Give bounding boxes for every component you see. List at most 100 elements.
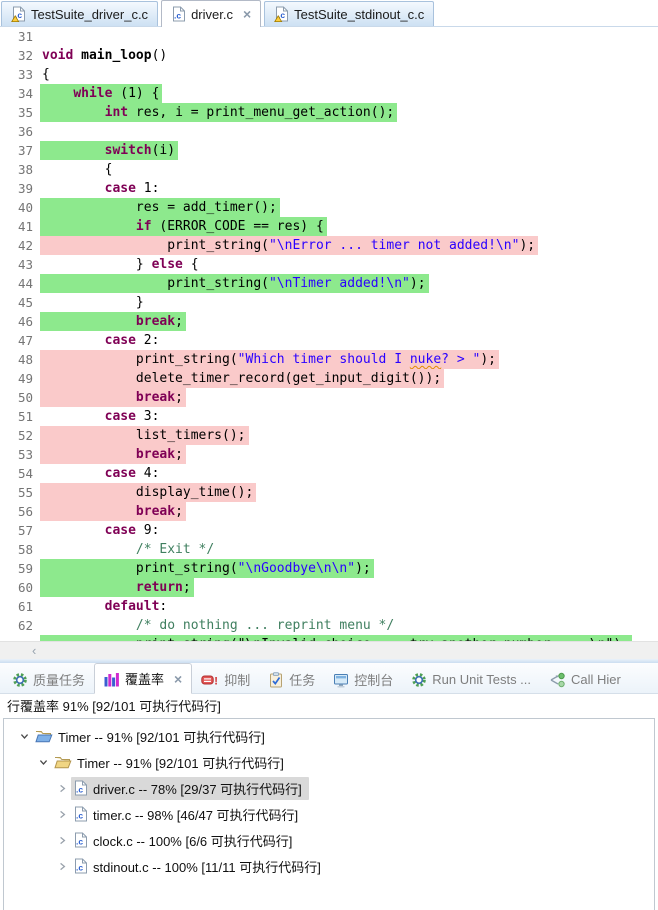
- code-line[interactable]: 59 print_string("\nGoodbye\n\n");: [0, 559, 658, 578]
- line-number[interactable]: 54: [0, 464, 40, 483]
- code-line[interactable]: 54 case 4:: [0, 464, 658, 483]
- scroll-left-icon[interactable]: ‹: [32, 643, 36, 658]
- code-line[interactable]: 58 /* Exit */: [0, 540, 658, 559]
- line-number[interactable]: 46: [0, 312, 40, 331]
- code-editor[interactable]: 3132void main_loop()33{34 while (1) {35 …: [0, 27, 658, 641]
- svg-text:.c: .c: [76, 863, 83, 873]
- code-line[interactable]: 55 display_time();: [0, 483, 658, 502]
- panel-tab[interactable]: 控制台: [324, 666, 402, 693]
- line-number[interactable]: 39: [0, 179, 40, 198]
- line-number[interactable]: 57: [0, 521, 40, 540]
- editor-tab[interactable]: .cTestSuite_stdinout_c.c: [264, 1, 434, 26]
- code-line[interactable]: 52 list_timers();: [0, 426, 658, 445]
- line-number[interactable]: 40: [0, 198, 40, 217]
- chevron-down-icon[interactable]: [35, 758, 52, 767]
- code-line[interactable]: 41 if (ERROR_CODE == res) {: [0, 217, 658, 236]
- line-number[interactable]: 32: [0, 46, 40, 65]
- line-number[interactable]: 53: [0, 445, 40, 464]
- line-number[interactable]: 37: [0, 141, 40, 160]
- code-line[interactable]: 32void main_loop(): [0, 46, 658, 65]
- tab-close-icon[interactable]: ×: [174, 672, 182, 686]
- code-line[interactable]: 56 break;: [0, 502, 658, 521]
- panel-tab[interactable]: 覆盖率×: [94, 663, 192, 694]
- line-number[interactable]: 58: [0, 540, 40, 559]
- line-number[interactable]: 43: [0, 255, 40, 274]
- line-number[interactable]: 42: [0, 236, 40, 255]
- line-number[interactable]: 44: [0, 274, 40, 293]
- line-number[interactable]: 60: [0, 578, 40, 597]
- line-number[interactable]: 41: [0, 217, 40, 236]
- panel-tab[interactable]: 任务: [259, 666, 324, 693]
- line-number[interactable]: 62: [0, 616, 40, 635]
- horizontal-scrollbar[interactable]: ‹: [0, 641, 658, 659]
- code-line[interactable]: 51 case 3:: [0, 407, 658, 426]
- line-number[interactable]: 50: [0, 388, 40, 407]
- editor-tab[interactable]: .cTestSuite_driver_c.c: [1, 1, 158, 26]
- code-text-covered: while (1) {: [40, 84, 162, 103]
- code-line[interactable]: 44 print_string("\nTimer added!\n");: [0, 274, 658, 293]
- line-number[interactable]: 31: [0, 27, 40, 46]
- chevron-right-icon[interactable]: [54, 784, 71, 793]
- code-line[interactable]: 34 while (1) {: [0, 84, 658, 103]
- line-number[interactable]: 35: [0, 103, 40, 122]
- line-number[interactable]: 34: [0, 84, 40, 103]
- editor-tab-label: TestSuite_driver_c.c: [31, 7, 148, 22]
- tree-row[interactable]: .cstdinout.c -- 100% [11/11 可执行代码行]: [4, 853, 654, 879]
- code-line[interactable]: 37 switch(i): [0, 141, 658, 160]
- code-line[interactable]: 62 /* do nothing ... reprint menu */: [0, 616, 658, 635]
- code-line[interactable]: 38 {: [0, 160, 658, 179]
- code-line[interactable]: 31: [0, 27, 658, 46]
- line-number[interactable]: 55: [0, 483, 40, 502]
- code-line[interactable]: 43 } else {: [0, 255, 658, 274]
- tree-row[interactable]: .cdriver.c -- 78% [29/37 可执行代码行]: [4, 775, 654, 801]
- line-number[interactable]: 47: [0, 331, 40, 350]
- code-line[interactable]: 40 res = add_timer();: [0, 198, 658, 217]
- code-line[interactable]: 57 case 9:: [0, 521, 658, 540]
- panel-tab[interactable]: Run Unit Tests ...: [402, 666, 540, 693]
- line-number[interactable]: 56: [0, 502, 40, 521]
- code-line[interactable]: 53 break;: [0, 445, 658, 464]
- code-line[interactable]: 45 }: [0, 293, 658, 312]
- code-line[interactable]: 36: [0, 122, 658, 141]
- code-line[interactable]: 47 case 2:: [0, 331, 658, 350]
- code-line[interactable]: 46 break;: [0, 312, 658, 331]
- chevron-down-icon[interactable]: [16, 732, 33, 741]
- code-line[interactable]: 60 return;: [0, 578, 658, 597]
- code-text-covered: return;: [40, 578, 194, 597]
- panel-tab[interactable]: Call Hier: [540, 666, 630, 693]
- chevron-right-icon[interactable]: [54, 810, 71, 819]
- coverage-tree: Timer -- 91% [92/101 可执行代码行]Timer -- 91%…: [3, 718, 655, 910]
- line-number[interactable]: 51: [0, 407, 40, 426]
- line-number[interactable]: 59: [0, 559, 40, 578]
- code-text: void main_loop(): [40, 46, 170, 65]
- code-line[interactable]: 33{: [0, 65, 658, 84]
- line-number[interactable]: 36: [0, 122, 40, 141]
- editor-tab[interactable]: .cdriver.c×: [161, 0, 261, 27]
- line-number[interactable]: 48: [0, 350, 40, 369]
- code-line[interactable]: 42 print_string("\nError ... timer not a…: [0, 236, 658, 255]
- line-number[interactable]: 45: [0, 293, 40, 312]
- code-line[interactable]: 35 int res, i = print_menu_get_action();: [0, 103, 658, 122]
- tree-row[interactable]: .cclock.c -- 100% [6/6 可执行代码行]: [4, 827, 654, 853]
- code-line[interactable]: 49 delete_timer_record(get_input_digit()…: [0, 369, 658, 388]
- code-line[interactable]: 48 print_string("Which timer should I nu…: [0, 350, 658, 369]
- chevron-right-icon[interactable]: [54, 836, 71, 845]
- tree-row[interactable]: Timer -- 91% [92/101 可执行代码行]: [4, 723, 654, 749]
- panel-tab[interactable]: 质量任务: [3, 666, 94, 693]
- code-line[interactable]: 39 case 1:: [0, 179, 658, 198]
- tree-row[interactable]: Timer -- 91% [92/101 可执行代码行]: [4, 749, 654, 775]
- code-text-uncovered: display_time();: [40, 483, 256, 502]
- code-text-covered: break;: [40, 312, 186, 331]
- suppressions-icon: !: [201, 672, 219, 688]
- line-number[interactable]: 49: [0, 369, 40, 388]
- chevron-right-icon[interactable]: [54, 862, 71, 871]
- line-number[interactable]: 52: [0, 426, 40, 445]
- line-number[interactable]: 61: [0, 597, 40, 616]
- code-line[interactable]: 61 default:: [0, 597, 658, 616]
- line-number[interactable]: 38: [0, 160, 40, 179]
- panel-tab[interactable]: !抑制: [192, 666, 259, 693]
- tab-close-icon[interactable]: ×: [243, 7, 251, 21]
- tree-row[interactable]: .ctimer.c -- 98% [46/47 可执行代码行]: [4, 801, 654, 827]
- code-line[interactable]: 50 break;: [0, 388, 658, 407]
- line-number[interactable]: 33: [0, 65, 40, 84]
